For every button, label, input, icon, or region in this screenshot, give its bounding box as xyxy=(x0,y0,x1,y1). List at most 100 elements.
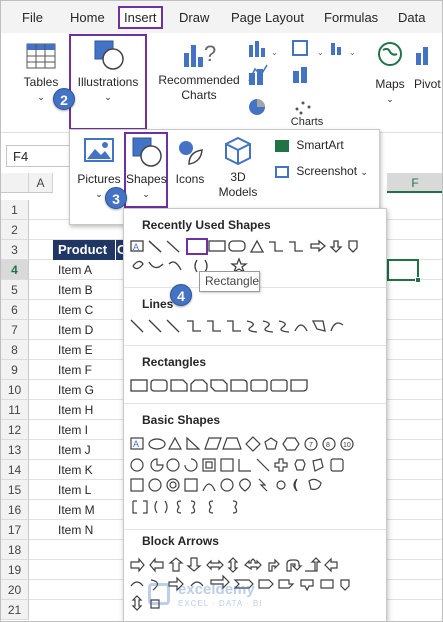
icons-button[interactable]: Icons xyxy=(172,138,208,187)
table-cell[interactable]: Item G xyxy=(53,380,123,400)
maps-label: Maps xyxy=(375,77,405,91)
table-cell[interactable]: Item L xyxy=(53,480,123,500)
watermark: exceldemy EXCEL · DATA · BI xyxy=(148,581,328,615)
recommended-charts-button[interactable]: ? Recommended Charts xyxy=(156,39,242,103)
table-cell[interactable]: Item M xyxy=(53,500,123,520)
row-header[interactable]: 21 xyxy=(1,600,29,620)
table-cell[interactable]: Item D xyxy=(53,320,123,340)
svg-text:⌄: ⌄ xyxy=(271,48,278,57)
tab-formulas[interactable]: Formulas xyxy=(324,10,378,25)
chevron-down-icon: ⌄ xyxy=(104,92,112,102)
row-header[interactable]: 5 xyxy=(1,280,29,300)
screenshot-button[interactable]: Screenshot ⌄ xyxy=(275,164,375,180)
table-cell[interactable]: Item N xyxy=(53,520,123,540)
table-cell[interactable]: Item J xyxy=(53,440,123,460)
section-divider xyxy=(124,529,386,530)
table-cell[interactable]: Item K xyxy=(53,460,123,480)
column-header-a[interactable]: A xyxy=(29,173,53,193)
illustrations-label: Illustrations xyxy=(77,75,139,89)
rectangle-shape-highlight[interactable] xyxy=(186,238,208,255)
charts-gallery: ⌄ ⌄ ⌄ xyxy=(245,39,363,119)
svg-text:7: 7 xyxy=(309,442,313,449)
rectangle-tooltip: Rectangle xyxy=(199,271,260,292)
row-header[interactable]: 11 xyxy=(1,400,29,420)
row-header[interactable]: 6 xyxy=(1,300,29,320)
row-header[interactable]: 18 xyxy=(1,540,29,560)
row-header[interactable]: 20 xyxy=(1,580,29,600)
table-cell[interactable]: Item C xyxy=(53,300,123,320)
tab-home[interactable]: Home xyxy=(70,10,105,25)
row-header[interactable]: 2 xyxy=(1,220,29,240)
table-cell[interactable]: Item B xyxy=(53,280,123,300)
step-callout-3: 3 xyxy=(105,187,127,209)
lines-shapes-icons[interactable] xyxy=(129,317,379,337)
rectangles-heading: Rectangles xyxy=(142,355,207,369)
charts-group-label: Charts xyxy=(290,116,324,128)
table-cell[interactable]: Item E xyxy=(53,340,123,360)
row-header[interactable]: 16 xyxy=(1,500,29,520)
table-icon xyxy=(26,43,56,69)
svg-text:A: A xyxy=(133,242,139,252)
table-cell[interactable]: Item H xyxy=(53,400,123,420)
tab-draw[interactable]: Draw xyxy=(179,10,209,25)
pictures-label: Pictures xyxy=(77,172,121,186)
3d-models-button[interactable]: 3D Models xyxy=(216,136,260,200)
table-cell[interactable]: Item I xyxy=(53,420,123,440)
svg-text:?: ? xyxy=(204,41,216,66)
recommended-label-2: Charts xyxy=(181,88,217,102)
watermark-logo-icon xyxy=(148,583,170,605)
row-header[interactable]: 17 xyxy=(1,520,29,540)
tab-insert[interactable]: Insert xyxy=(118,6,163,29)
shapes-label: Shapes xyxy=(126,172,167,186)
column-header-f[interactable]: F xyxy=(387,173,442,193)
tab-data[interactable]: Data xyxy=(398,10,425,25)
row-header-selected[interactable]: 4 xyxy=(1,260,29,280)
ribbon-tab-bar: File Home Insert Draw Page Layout Formul… xyxy=(1,1,442,33)
fill-handle[interactable] xyxy=(415,277,421,283)
rectangle-shapes-icons[interactable] xyxy=(129,377,379,395)
row-header[interactable]: 13 xyxy=(1,440,29,460)
row-header[interactable]: 14 xyxy=(1,460,29,480)
row-header[interactable]: 12 xyxy=(1,420,29,440)
chevron-down-icon: ⌄ xyxy=(360,167,368,177)
svg-text:8: 8 xyxy=(326,442,330,449)
svg-text:⌄: ⌄ xyxy=(349,48,356,57)
table-cell[interactable]: Item F xyxy=(53,360,123,380)
shapes-icon xyxy=(94,40,124,70)
pivot-chart-button[interactable]: Pivot xyxy=(414,41,442,92)
chart-type-icons[interactable]: ⌄ ⌄ ⌄ xyxy=(245,39,363,119)
tables-label: Tables xyxy=(23,75,59,89)
row-header[interactable]: 15 xyxy=(1,480,29,500)
select-all-corner[interactable] xyxy=(1,173,29,193)
svg-text:10: 10 xyxy=(343,442,351,449)
row-header[interactable]: 10 xyxy=(1,380,29,400)
row-header[interactable]: 3 xyxy=(1,240,29,260)
maps-button[interactable]: Maps ⌄ xyxy=(370,41,410,107)
row-header[interactable]: 19 xyxy=(1,560,29,580)
smartart-button[interactable]: SmartArt xyxy=(275,138,375,153)
3d-label: 3D xyxy=(230,170,246,184)
row-header[interactable]: 8 xyxy=(1,340,29,360)
lines-heading: Lines xyxy=(142,297,174,311)
models-label: Models xyxy=(218,185,258,199)
step-callout-2: 2 xyxy=(53,88,75,110)
chevron-down-icon: ⌄ xyxy=(142,189,150,199)
recommended-label-1: Recommended xyxy=(158,73,240,87)
table-header-next[interactable]: C xyxy=(115,240,126,260)
row-header[interactable]: 1 xyxy=(1,200,29,220)
section-divider xyxy=(124,403,386,404)
table-header-product[interactable]: Product xyxy=(53,240,123,260)
tab-page-layout[interactable]: Page Layout xyxy=(231,10,304,25)
shapes-button[interactable]: Shapes ⌄ xyxy=(126,136,167,202)
illustrations-button[interactable]: Illustrations ⌄ xyxy=(73,39,143,105)
shapes-icon xyxy=(132,137,162,167)
recommended-charts-icon: ? xyxy=(184,41,216,67)
watermark-tagline: EXCEL · DATA · BI xyxy=(178,599,263,608)
step-callout-4: 4 xyxy=(170,284,192,306)
basic-shapes-icons[interactable]: A 7 8 10 xyxy=(129,435,379,521)
tab-file[interactable]: File xyxy=(22,10,43,25)
svg-text:A: A xyxy=(133,439,139,449)
row-header[interactable]: 7 xyxy=(1,320,29,340)
row-header[interactable]: 9 xyxy=(1,360,29,380)
table-cell[interactable]: Item A xyxy=(53,260,123,280)
